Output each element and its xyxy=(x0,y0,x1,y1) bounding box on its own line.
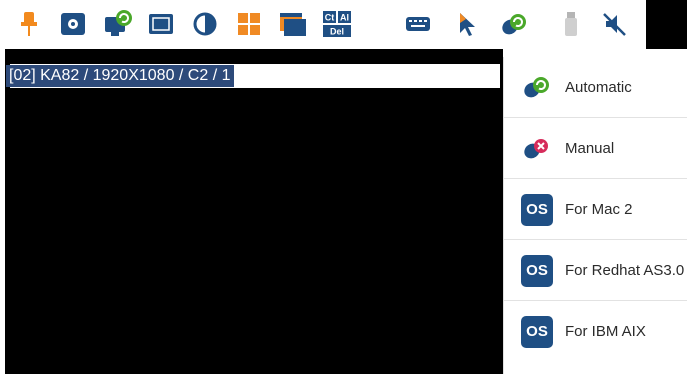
windows-icon[interactable] xyxy=(278,9,308,39)
ctrl-key-label: Ct xyxy=(325,13,335,23)
menu-item-mac-2[interactable]: OS For Mac 2 xyxy=(504,179,687,240)
menu-item-manual[interactable]: Manual xyxy=(504,118,687,179)
grid-layout-icon[interactable] xyxy=(234,9,264,39)
menu-item-label: For Mac 2 xyxy=(565,201,633,218)
menu-item-label: For Redhat AS3.0 xyxy=(565,262,685,279)
mouse-sync-menu: Automatic Manual OS For Mac 2 OS For Red… xyxy=(503,57,687,374)
mouse-auto-sync-icon xyxy=(520,71,554,105)
menu-item-label: Manual xyxy=(565,140,615,157)
usb-icon[interactable] xyxy=(556,9,586,39)
auto-sync-monitor-icon[interactable] xyxy=(103,9,133,39)
del-key-label: Del xyxy=(330,27,344,37)
os-badge-icon: OS xyxy=(521,194,553,226)
menu-item-automatic[interactable]: Automatic xyxy=(504,57,687,118)
toolbar: Ct Al Del xyxy=(0,0,646,49)
menu-item-label: For IBM AIX xyxy=(565,323,646,340)
mouse-sync-icon[interactable] xyxy=(499,9,529,39)
remote-screen[interactable] xyxy=(5,49,503,374)
settings-icon[interactable] xyxy=(58,9,88,39)
contrast-icon[interactable] xyxy=(190,9,220,39)
status-text: [02] KA82 / 1920X1080 / C2 / 1 xyxy=(6,65,234,87)
os-badge-icon: OS xyxy=(521,316,553,348)
keyboard-icon[interactable] xyxy=(403,9,433,39)
ctrl-alt-del-icon[interactable]: Ct Al Del xyxy=(322,9,352,39)
menu-item-label: Automatic xyxy=(565,79,632,96)
menu-item-ibm-aix[interactable]: OS For IBM AIX xyxy=(504,301,687,362)
os-badge-icon: OS xyxy=(521,255,553,287)
alt-key-label: Al xyxy=(340,13,349,23)
cursor-icon[interactable] xyxy=(452,9,482,39)
fullscreen-icon[interactable] xyxy=(146,9,176,39)
menu-item-redhat[interactable]: OS For Redhat AS3.0 xyxy=(504,240,687,301)
mouse-manual-icon xyxy=(520,132,554,166)
pin-icon[interactable] xyxy=(14,9,44,39)
toolbar-black-area xyxy=(646,0,687,49)
mute-icon[interactable] xyxy=(600,9,630,39)
